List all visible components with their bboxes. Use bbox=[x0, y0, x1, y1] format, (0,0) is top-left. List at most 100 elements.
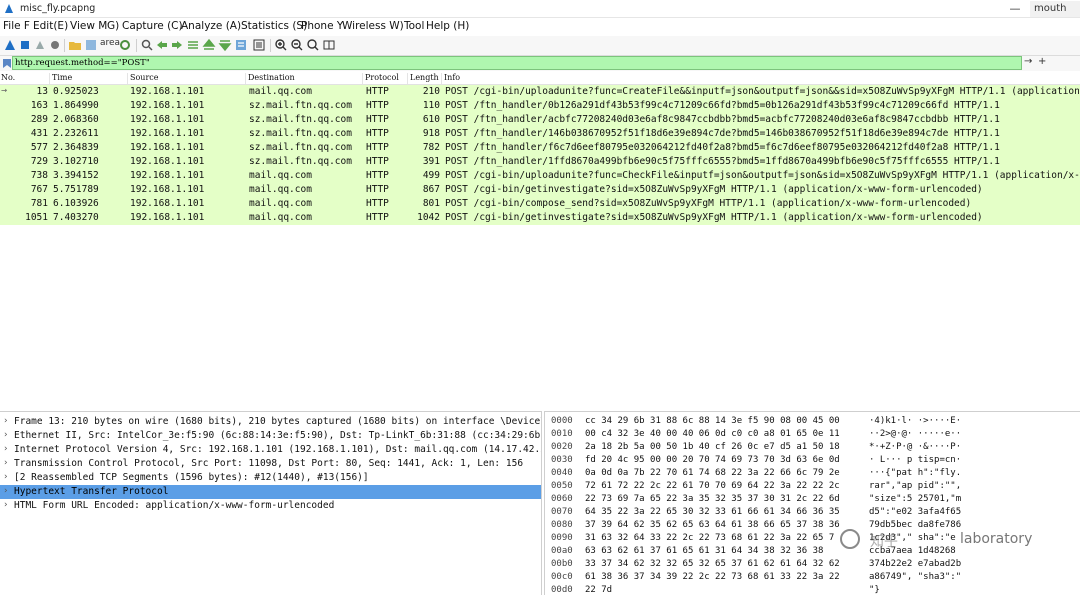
zoom-out-icon[interactable] bbox=[290, 38, 304, 52]
save-file-icon[interactable] bbox=[84, 38, 98, 52]
hex-bytes[interactable]: 64 35 22 3a 22 65 30 32 33 61 66 61 34 6… bbox=[585, 507, 840, 517]
chevron-right-icon[interactable]: › bbox=[3, 486, 8, 496]
packet-row[interactable]: 781 6.103926 192.168.1.101 mail.qq.com HTTP 8… bbox=[0, 197, 1080, 211]
autoscroll-icon[interactable] bbox=[234, 38, 248, 52]
bookmark-icon[interactable] bbox=[2, 58, 12, 69]
chevron-right-icon[interactable]: › bbox=[3, 500, 8, 510]
hex-offset[interactable]: 0030 bbox=[551, 455, 573, 465]
column-header-protocol[interactable]: Protocol bbox=[364, 73, 408, 84]
column-header-time[interactable]: Time bbox=[51, 73, 128, 84]
restart-capture-icon[interactable] bbox=[33, 38, 47, 52]
hex-ascii[interactable]: "size":5 25701,"m bbox=[869, 494, 961, 504]
hex-ascii[interactable]: *·+Z·P·@ ·&····P· bbox=[869, 442, 961, 452]
hex-bytes[interactable]: 00 c4 32 3e 40 00 40 06 0d c0 c0 a8 01 6… bbox=[585, 429, 840, 439]
go-forward-icon[interactable] bbox=[170, 38, 184, 52]
hex-ascii[interactable]: rar","ap pid":"", bbox=[869, 481, 961, 491]
packet-row[interactable]: 1051 7.403270 192.168.1.101 mail.qq.com HTTP… bbox=[0, 211, 1080, 225]
detail-tree-item[interactable]: › HTML Form URL Encoded: application/x-ww… bbox=[0, 499, 541, 513]
chevron-right-icon[interactable]: › bbox=[3, 472, 8, 482]
hex-offset[interactable]: 0090 bbox=[551, 533, 573, 543]
detail-tree-item[interactable]: › Hypertext Transfer Protocol bbox=[0, 485, 541, 499]
apply-filter-arrow-icon[interactable]: → bbox=[1024, 56, 1032, 67]
menu-go[interactable]: G) bbox=[107, 20, 119, 32]
packet-row[interactable]: 431 2.232611 192.168.1.101 sz.mail.ftn.qq.c… bbox=[0, 127, 1080, 141]
colorize-icon[interactable] bbox=[252, 38, 266, 52]
go-to-packet-icon[interactable] bbox=[186, 38, 200, 52]
chevron-right-icon[interactable]: › bbox=[3, 444, 8, 454]
open-file-icon[interactable] bbox=[68, 38, 82, 52]
hex-offset[interactable]: 0020 bbox=[551, 442, 573, 452]
hex-bytes[interactable]: 72 61 72 22 2c 22 61 70 70 69 64 22 3a 2… bbox=[585, 481, 840, 491]
add-filter-button[interactable]: + bbox=[1038, 56, 1046, 67]
hex-offset[interactable]: 0070 bbox=[551, 507, 573, 517]
menu-file[interactable]: File F bbox=[3, 20, 30, 32]
zoom-normal-icon[interactable] bbox=[306, 38, 320, 52]
packet-row[interactable]: 577 2.364839 192.168.1.101 sz.mail.ftn.qq.c… bbox=[0, 141, 1080, 155]
column-header-length[interactable]: Length bbox=[409, 73, 442, 84]
resize-columns-icon[interactable] bbox=[322, 38, 336, 52]
hex-offset[interactable]: 0050 bbox=[551, 481, 573, 491]
detail-tree-item[interactable]: › [2 Reassembled TCP Segments (1596 bytes… bbox=[0, 471, 541, 485]
hex-offset[interactable]: 00d0 bbox=[551, 585, 573, 595]
detail-tree-item[interactable]: › Internet Protocol Version 4, Src: 192.1… bbox=[0, 443, 541, 457]
packet-row[interactable]: 767 5.751789 192.168.1.101 mail.qq.com HTTP 8… bbox=[0, 183, 1080, 197]
hex-bytes[interactable]: 22 7d bbox=[585, 585, 612, 595]
hex-bytes[interactable]: 61 38 36 37 34 39 22 2c 22 73 68 61 33 2… bbox=[585, 572, 840, 582]
first-packet-icon[interactable] bbox=[202, 38, 216, 52]
packet-row[interactable]: 163 1.864990 192.168.1.101 sz.mail.ftn.qq.c… bbox=[0, 99, 1080, 113]
hex-offset[interactable]: 00b0 bbox=[551, 559, 573, 569]
packet-row[interactable]: 729 3.102710 192.168.1.101 sz.mail.ftn.qq.c… bbox=[0, 155, 1080, 169]
column-header-info[interactable]: Info bbox=[443, 73, 1080, 84]
column-header-destination[interactable]: Destination bbox=[247, 73, 363, 84]
hex-offset[interactable]: 0060 bbox=[551, 494, 573, 504]
find-packet-icon[interactable] bbox=[140, 38, 154, 52]
stop-capture-icon[interactable] bbox=[18, 38, 32, 52]
packet-row[interactable]: → 13 0.925023 192.168.1.101 mail.qq.com HTTP 2… bbox=[0, 85, 1080, 99]
hex-offset[interactable]: 0040 bbox=[551, 468, 573, 478]
packet-row[interactable]: 738 3.394152 192.168.1.101 mail.qq.com HTTP 4… bbox=[0, 169, 1080, 183]
hex-ascii[interactable]: ·4)k1·l· ·>····E· bbox=[869, 416, 961, 426]
menu-statistics[interactable]: Statistics (S) bbox=[241, 20, 307, 32]
menu-edit[interactable]: Edit(E) bbox=[33, 20, 68, 32]
detail-tree-item[interactable]: › Ethernet II, Src: IntelCor_3e:f5:90 (6c… bbox=[0, 429, 541, 443]
column-header-no[interactable]: No. bbox=[0, 73, 50, 84]
hex-bytes[interactable]: fd 20 4c 95 00 00 20 70 74 69 73 70 3d 6… bbox=[585, 455, 840, 465]
menu-help[interactable]: Help (H) bbox=[426, 20, 469, 32]
column-header-source[interactable]: Source bbox=[129, 73, 246, 84]
hex-ascii[interactable]: 374b22e2 e7abad2b bbox=[869, 559, 961, 569]
hex-bytes[interactable]: cc 34 29 6b 31 88 6c 88 14 3e f5 90 08 0… bbox=[585, 416, 840, 426]
hex-bytes[interactable]: 0a 0d 0a 7b 22 70 61 74 68 22 3a 22 66 6… bbox=[585, 468, 840, 478]
capture-options-icon[interactable] bbox=[48, 38, 62, 52]
menu-analyze[interactable]: Analyze (A) bbox=[181, 20, 241, 32]
hex-ascii[interactable]: "} bbox=[869, 585, 880, 595]
menu-wireless[interactable]: Wireless W) bbox=[342, 20, 404, 32]
last-packet-icon[interactable] bbox=[218, 38, 232, 52]
chevron-right-icon[interactable]: › bbox=[3, 458, 8, 468]
hex-ascii[interactable]: a86749", "sha3":" bbox=[869, 572, 961, 582]
detail-tree-item[interactable]: › Transmission Control Protocol, Src Port… bbox=[0, 457, 541, 471]
hex-bytes[interactable]: 33 37 34 62 32 32 65 32 65 37 61 62 61 6… bbox=[585, 559, 840, 569]
menu-tools[interactable]: Tool bbox=[404, 20, 424, 32]
menu-view[interactable]: View M bbox=[70, 20, 107, 32]
hex-ascii[interactable]: ··2>@·@· ·····e·· bbox=[869, 429, 961, 439]
go-back-icon[interactable] bbox=[155, 38, 169, 52]
packet-row[interactable]: 289 2.068360 192.168.1.101 sz.mail.ftn.qq.c… bbox=[0, 113, 1080, 127]
hex-bytes[interactable]: 2a 18 2b 5a 00 50 1b 40 cf 26 0c e7 d5 a… bbox=[585, 442, 840, 452]
detail-tree-item[interactable]: › Frame 13: 210 bytes on wire (1680 bits)… bbox=[0, 415, 541, 429]
hex-bytes[interactable]: 22 73 69 7a 65 22 3a 35 32 35 37 30 31 2… bbox=[585, 494, 840, 504]
menu-capture[interactable]: Capture (C) bbox=[122, 20, 183, 32]
hex-bytes[interactable]: 63 63 62 61 37 61 65 61 31 64 34 38 32 3… bbox=[585, 546, 823, 556]
hex-offset[interactable]: 0080 bbox=[551, 520, 573, 530]
hex-offset[interactable]: 00a0 bbox=[551, 546, 573, 556]
hex-offset[interactable]: 00c0 bbox=[551, 572, 573, 582]
reload-icon[interactable] bbox=[118, 38, 132, 52]
hex-bytes[interactable]: 37 39 64 62 35 62 65 63 64 61 38 66 65 3… bbox=[585, 520, 840, 530]
chevron-right-icon[interactable]: › bbox=[3, 430, 8, 440]
hex-ascii[interactable]: ···{"pat h":"fly. bbox=[869, 468, 961, 478]
hex-ascii[interactable]: d5":"e02 3afa4f65 bbox=[869, 507, 961, 517]
menu-telephony[interactable]: Phone Y bbox=[301, 20, 343, 32]
zoom-in-icon[interactable] bbox=[274, 38, 288, 52]
hex-bytes[interactable]: 31 63 32 64 33 22 2c 22 73 68 61 22 3a 2… bbox=[585, 533, 834, 543]
minimize-button[interactable]: — bbox=[1004, 1, 1026, 17]
display-filter-input[interactable]: http.request.method=="POST" bbox=[12, 56, 1022, 70]
